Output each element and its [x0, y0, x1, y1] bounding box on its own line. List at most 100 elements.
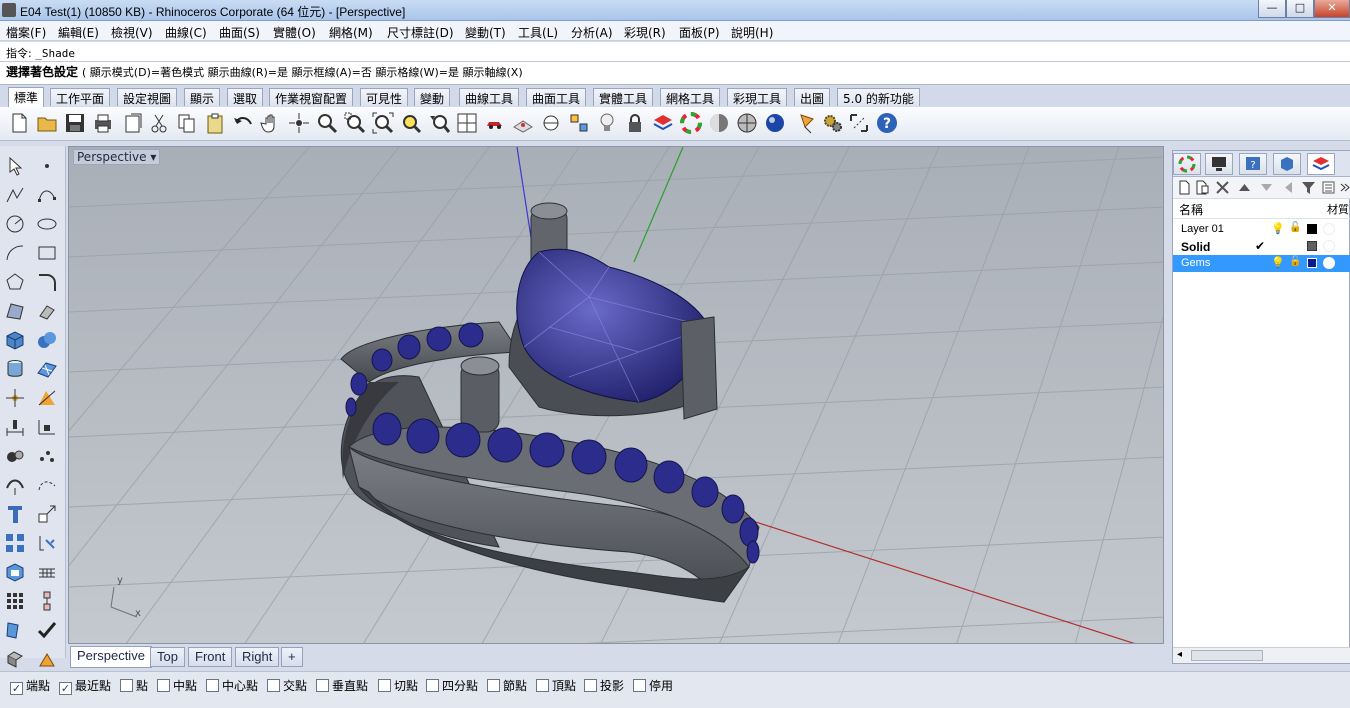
array-grid-icon[interactable]: [4, 590, 26, 612]
select-points-icon[interactable]: [568, 112, 590, 134]
snap-checkbox[interactable]: [316, 679, 329, 692]
boolean-union-icon[interactable]: [36, 329, 58, 351]
copy-icon[interactable]: [176, 112, 198, 134]
document-properties-icon[interactable]: [122, 112, 144, 134]
snap-quadrant[interactable]: 四分點: [426, 677, 478, 693]
help-icon[interactable]: ?: [876, 112, 898, 134]
layer-material-icon[interactable]: [1323, 240, 1335, 252]
unlock-icon[interactable]: 🔓: [1289, 256, 1301, 267]
layer-color-swatch[interactable]: [1307, 258, 1317, 268]
mesh-grid-icon[interactable]: [36, 561, 58, 583]
snap-checkbox[interactable]: [157, 679, 170, 692]
viewport-tab-right[interactable]: Right: [235, 647, 280, 667]
menu-panels[interactable]: 面板(P): [679, 24, 720, 41]
circle-icon[interactable]: [4, 213, 26, 235]
zoom-extents-icon[interactable]: [372, 112, 394, 134]
menu-solid[interactable]: 實體(O): [273, 24, 316, 41]
transform-move-icon[interactable]: [4, 387, 26, 409]
snap-checkbox[interactable]: [267, 679, 280, 692]
tab-viewport-layout[interactable]: 作業視窗配置: [269, 88, 354, 106]
menu-dimension[interactable]: 尺寸標註(D): [387, 24, 454, 41]
menu-render[interactable]: 彩現(R): [624, 24, 666, 41]
cut-icon[interactable]: [148, 112, 170, 134]
construction-plane-icon[interactable]: [512, 112, 534, 134]
new-file-icon[interactable]: [8, 112, 30, 134]
scrollbar-thumb[interactable]: [1191, 650, 1263, 661]
layer-color-swatch[interactable]: [1307, 241, 1317, 251]
snap-end[interactable]: ✓ 端點: [10, 677, 50, 695]
move-up-icon[interactable]: [1237, 180, 1252, 195]
close-button[interactable]: ✕: [1314, 0, 1350, 18]
pan-hand-icon[interactable]: [260, 112, 282, 134]
shaded-sphere-icon[interactable]: [708, 112, 730, 134]
snap-vertex[interactable]: 頂點: [536, 677, 576, 693]
open-folder-icon[interactable]: [36, 112, 58, 134]
tab-whats-new[interactable]: 5.0 的新功能: [837, 88, 920, 106]
scale-icon[interactable]: [36, 503, 58, 525]
render-material-icon[interactable]: [36, 648, 58, 670]
tab-solid-tools[interactable]: 實體工具: [593, 88, 654, 106]
tab-visibility[interactable]: 可見性: [360, 88, 409, 106]
layer-row[interactable]: Layer 01 💡 🔓: [1173, 221, 1350, 238]
point-icon[interactable]: [36, 155, 58, 177]
toolbar-layout-icon[interactable]: [848, 112, 870, 134]
settings-gears-icon[interactable]: [822, 112, 844, 134]
paste-icon[interactable]: [204, 112, 226, 134]
analyze-curvature-icon[interactable]: [36, 387, 58, 409]
arc-icon[interactable]: [4, 242, 26, 264]
points-on-icon[interactable]: [36, 445, 58, 467]
snap-checkbox[interactable]: [584, 679, 597, 692]
menu-file[interactable]: 檔案(F): [6, 24, 46, 41]
menu-mesh[interactable]: 網格(M): [329, 24, 373, 41]
snap-project[interactable]: 投影: [584, 677, 624, 693]
ellipse-icon[interactable]: [36, 213, 58, 235]
surface-corners-icon[interactable]: [4, 300, 26, 322]
text-object-icon[interactable]: [4, 503, 26, 525]
layer-material-icon[interactable]: [1323, 223, 1335, 235]
menu-help[interactable]: 說明(H): [731, 24, 773, 41]
zoom-icon[interactable]: [316, 112, 338, 134]
tab-set-view[interactable]: 設定視圖: [117, 88, 178, 106]
snap-near[interactable]: ✓ 最近點: [59, 677, 111, 695]
dimension-icon[interactable]: [4, 416, 26, 438]
panel-tab-help[interactable]: ?: [1239, 153, 1267, 175]
layer-row[interactable]: Gems 💡 🔓: [1173, 255, 1350, 272]
rectangle-icon[interactable]: [36, 242, 58, 264]
command-input[interactable]: _Shade: [35, 47, 75, 60]
snap-mid[interactable]: 中點: [157, 677, 197, 693]
trim-icon[interactable]: [36, 532, 58, 554]
panel-tab-properties[interactable]: [1173, 153, 1201, 175]
snap-checkbox[interactable]: [633, 679, 646, 692]
menu-curve[interactable]: 曲線(C): [165, 24, 207, 41]
zoom-selected-icon[interactable]: [400, 112, 422, 134]
menu-analyze[interactable]: 分析(A): [571, 24, 613, 41]
dimension-angle-icon[interactable]: [36, 416, 58, 438]
array-icon[interactable]: [4, 532, 26, 554]
new-layer-icon[interactable]: [1177, 180, 1192, 195]
menu-transform[interactable]: 變動(T): [465, 24, 506, 41]
panel-tab-objects[interactable]: [1273, 153, 1301, 175]
check-icon[interactable]: [36, 619, 58, 641]
viewport-dropdown-icon[interactable]: ▾: [150, 150, 156, 164]
snap-point[interactable]: 點: [120, 677, 148, 693]
move-down-icon[interactable]: [1259, 180, 1274, 195]
snap-perpendicular[interactable]: 垂直點: [316, 677, 368, 693]
polyline-icon[interactable]: [4, 184, 26, 206]
command-options[interactable]: ( 顯示模式(D)=著色模式 顯示曲線(R)=是 顯示框線(A)=否 顯示格線(…: [82, 66, 523, 79]
filter-icon[interactable]: [1301, 180, 1316, 195]
box-icon[interactable]: [4, 329, 26, 351]
snap-checkbox[interactable]: [120, 679, 133, 692]
snap-disable[interactable]: 停用: [633, 677, 673, 693]
lightbulb-icon[interactable]: [596, 112, 618, 134]
tab-render-tools[interactable]: 彩現工具: [727, 88, 788, 106]
group-icon[interactable]: [4, 445, 26, 467]
snap-checkbox[interactable]: [487, 679, 500, 692]
minimize-button[interactable]: —: [1258, 0, 1286, 18]
lightbulb-on-icon[interactable]: 💡: [1271, 222, 1285, 235]
menu-surface[interactable]: 曲面(S): [219, 24, 260, 41]
render-sphere-icon[interactable]: [764, 112, 786, 134]
current-layer-checkmark[interactable]: ✔: [1255, 239, 1265, 253]
viewport-title[interactable]: Perspective ▾: [73, 149, 161, 165]
perspective-viewport[interactable]: Perspective ▾ y x: [68, 146, 1164, 644]
solid-tools-icon[interactable]: [4, 648, 26, 670]
